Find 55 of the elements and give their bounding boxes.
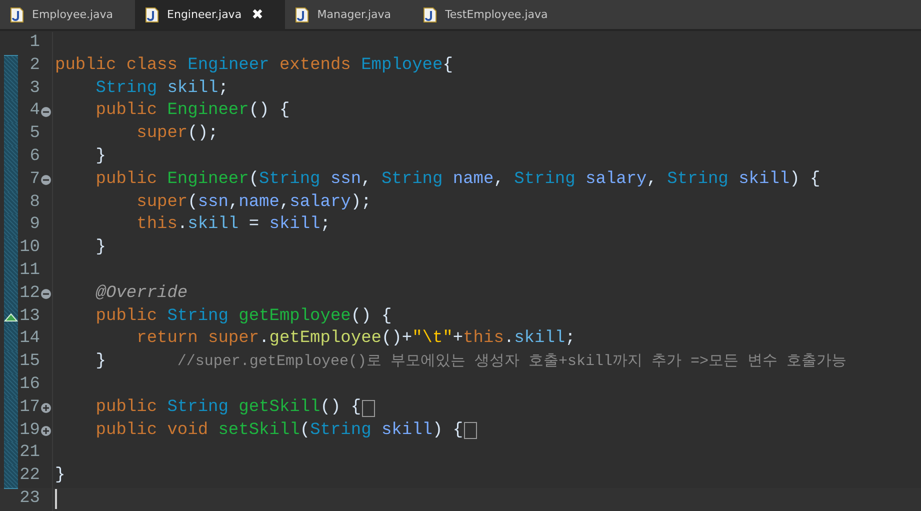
- code-line: }: [94, 237, 106, 260]
- line-number: 22: [18, 465, 40, 488]
- code-line: public Engineer() {: [94, 100, 290, 122]
- text-cursor: [55, 489, 57, 510]
- close-icon[interactable]: ✖: [252, 6, 264, 22]
- line-number: 21: [18, 442, 40, 464]
- triangle-icon: [4, 312, 18, 322]
- line-number: 10: [18, 237, 40, 260]
- line-number: 13: [18, 306, 40, 328]
- code-line: @Override: [94, 282, 188, 305]
- line-number: 3: [28, 78, 40, 100]
- editor-tab[interactable]: TestEmployee.java: [413, 0, 570, 29]
- code-line: public class Engineer extends Employee{: [55, 54, 453, 77]
- line-number: 9: [28, 214, 40, 236]
- collapse-icon[interactable]: [41, 175, 51, 186]
- collapse-icon[interactable]: [41, 289, 51, 300]
- line-number: 16: [18, 374, 40, 396]
- code-line: }: [55, 465, 66, 488]
- line-number: 5: [28, 123, 40, 146]
- folded-code-icon[interactable]: [362, 400, 376, 417]
- code-line: String skill;: [94, 78, 228, 100]
- java-file-icon: [145, 6, 160, 22]
- editor-tab[interactable]: Manager.java: [285, 0, 414, 29]
- java-file-icon: [10, 6, 24, 22]
- line-number: 11: [18, 260, 40, 282]
- code-line: public String getSkill() {: [94, 396, 362, 419]
- line-number: 17: [18, 396, 40, 419]
- line-number: 15: [18, 351, 40, 374]
- line-number: 19: [18, 420, 40, 442]
- code-line: this.skill = skill;: [136, 214, 330, 236]
- code-line: public String getEmployee() {: [94, 306, 392, 328]
- line-number: 6: [28, 146, 40, 168]
- editor-tab[interactable]: Engineer.java ✖: [135, 0, 286, 29]
- line-number: 1: [28, 32, 40, 54]
- code-line: super();: [136, 123, 218, 146]
- collapse-icon[interactable]: [41, 106, 51, 117]
- java-file-icon: [295, 6, 310, 22]
- line-number: 12: [18, 282, 40, 305]
- java-file-icon: [423, 6, 438, 22]
- line-number: 4: [28, 100, 40, 122]
- code-line: } //super.getEmployee()로 부모에있는 생성자 호출+skill까지 추가 =>모든 변수 호출가능: [94, 351, 846, 374]
- expand-icon[interactable]: [41, 403, 51, 414]
- line-number: 7: [28, 168, 40, 191]
- code-line: public Engineer(String ssn, String name, String salary, String skill) {: [94, 168, 820, 191]
- code-line: super(ssn,name,salary);: [136, 192, 372, 214]
- editor-tab[interactable]: Employee.java: [0, 0, 136, 29]
- folded-code-icon[interactable]: [464, 422, 478, 440]
- line-number: 2: [28, 54, 40, 77]
- code-line: return super.getEmployee()+"\t"+this.skill;: [136, 328, 576, 350]
- line-number: 14: [18, 328, 40, 350]
- line-number: 23: [18, 488, 40, 510]
- code-line: public void setSkill(String skill) {: [94, 420, 464, 442]
- expand-icon[interactable]: [41, 426, 51, 436]
- line-number: 8: [28, 192, 40, 214]
- code-line: }: [94, 146, 106, 168]
